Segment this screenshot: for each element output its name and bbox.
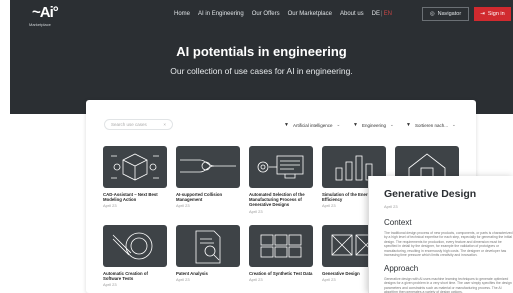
card-title: Creation of Synthetic Test Data bbox=[249, 271, 313, 276]
detail-title: Generative Design bbox=[384, 188, 477, 200]
signin-button[interactable]: ⇥ Sign in bbox=[474, 7, 511, 21]
compass-icon: ◎ bbox=[429, 11, 435, 17]
filter-icon: ▼ bbox=[284, 122, 289, 128]
lang-de[interactable]: DE bbox=[372, 11, 380, 17]
nav-home[interactable]: Home bbox=[174, 11, 190, 17]
card-title: AI-supported Collision Management bbox=[176, 192, 223, 203]
use-case-card[interactable]: AI-supported Collision Management April … bbox=[176, 146, 240, 208]
signin-icon: ⇥ bbox=[480, 11, 485, 17]
filter-engineering[interactable]: ▼ Engineering ⌄ bbox=[353, 122, 394, 128]
context-heading: Context bbox=[384, 218, 412, 227]
filter-icon: ▼ bbox=[353, 122, 358, 128]
card-date: April 23 bbox=[176, 203, 190, 209]
filter-ai-label: Artificial intelligence bbox=[292, 122, 333, 128]
gear-monitor-icon bbox=[257, 155, 304, 179]
manufacturing-thumbnail bbox=[249, 146, 313, 188]
use-case-card[interactable]: CAD-Assistant – Next Best Modeling Actio… bbox=[103, 146, 167, 208]
synthetic-data-thumbnail bbox=[249, 225, 313, 267]
chevron-down-icon: ⌄ bbox=[336, 122, 341, 127]
sort-icon: ▼ bbox=[406, 122, 411, 128]
logo-caption: Marketplace bbox=[29, 22, 51, 27]
use-case-card[interactable]: Automatic Creation of Software Tests Apr… bbox=[103, 225, 167, 287]
card-date: April 23 bbox=[249, 277, 263, 283]
card-title: Automatic Creation of Software Tests bbox=[103, 271, 148, 282]
approach-heading: Approach bbox=[384, 264, 419, 273]
navigator-button[interactable]: ◎ Navigator bbox=[422, 7, 469, 21]
sort-label: Sortieren nach... bbox=[414, 122, 448, 128]
page-title: AI potentials in engineering bbox=[176, 44, 347, 59]
software-tests-thumbnail bbox=[103, 225, 167, 267]
card-date: April 23 bbox=[103, 203, 117, 209]
nav-our-marketplace[interactable]: Our Marketplace bbox=[288, 11, 332, 17]
language-switch: DE|EN bbox=[372, 11, 392, 17]
nav-our-offers[interactable]: Our Offers bbox=[252, 11, 280, 17]
page-subtitle: Our collection of use cases for AI in en… bbox=[170, 66, 353, 76]
patent-thumbnail bbox=[176, 225, 240, 267]
grid-blocks-icon bbox=[260, 234, 302, 258]
main-nav: Home AI in Engineering Our Offers Our Ma… bbox=[174, 11, 392, 17]
nav-about-us[interactable]: About us bbox=[340, 11, 364, 17]
search-placeholder: Search use cases bbox=[111, 122, 147, 127]
lang-en[interactable]: EN bbox=[384, 11, 392, 17]
approach-text: Generative design with AI uses machine l… bbox=[384, 277, 512, 293]
navigator-label: Navigator bbox=[437, 11, 462, 17]
detail-overlay: Generative Design April 23 Context The t… bbox=[368, 176, 513, 293]
filter-engineering-label: Engineering bbox=[361, 122, 386, 128]
chevron-down-icon: ⌄ bbox=[451, 122, 456, 127]
sort-dropdown[interactable]: ▼ Sortieren nach... ⌄ bbox=[406, 122, 456, 128]
detail-date: April 23 bbox=[384, 204, 398, 209]
card-date: April 23 bbox=[249, 208, 263, 214]
cad-assistant-thumbnail bbox=[103, 146, 167, 188]
signin-label: Sign in bbox=[487, 11, 505, 17]
card-date: April 23 bbox=[176, 277, 190, 283]
lang-separator: | bbox=[381, 11, 383, 17]
context-text: The traditional design process of new pr… bbox=[384, 231, 513, 258]
clear-icon[interactable]: × bbox=[163, 122, 166, 127]
collision-thumbnail bbox=[176, 146, 240, 188]
card-title: CAD-Assistant – Next Best Modeling Actio… bbox=[103, 192, 158, 203]
use-case-card[interactable]: Patent Analysis April 23 bbox=[176, 225, 240, 282]
card-title: Automated Selection of the Manufacturing… bbox=[249, 192, 305, 208]
card-date: April 23 bbox=[103, 282, 117, 288]
pipes-icon bbox=[180, 159, 236, 173]
dial-icon bbox=[112, 232, 153, 260]
document-magnifier-icon bbox=[195, 230, 221, 264]
cube-grid-icon bbox=[111, 153, 159, 181]
logo-mark-icon: ~Ai° bbox=[32, 4, 59, 21]
filter-ai[interactable]: ▼ Artificial intelligence ⌄ bbox=[284, 122, 340, 128]
card-title: Patent Analysis bbox=[176, 271, 208, 276]
nav-ai-engineering[interactable]: AI in Engineering bbox=[198, 11, 244, 17]
use-case-card[interactable]: Creation of Synthetic Test Data April 23 bbox=[249, 225, 313, 282]
search-input[interactable]: Search use cases × bbox=[104, 119, 173, 130]
use-case-card[interactable]: Automated Selection of the Manufacturing… bbox=[249, 146, 313, 214]
chevron-down-icon: ⌄ bbox=[389, 122, 394, 127]
